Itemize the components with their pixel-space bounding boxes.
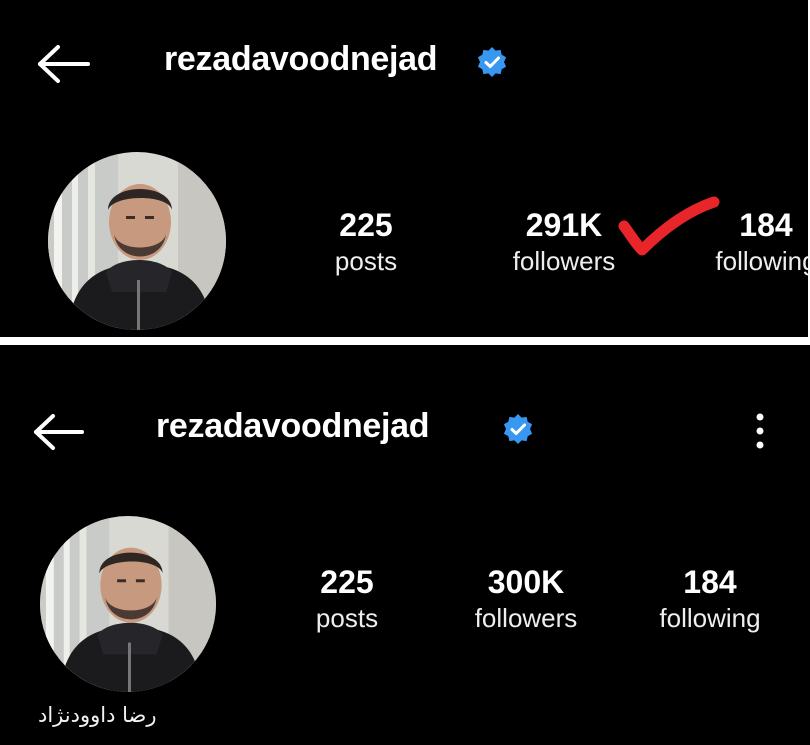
profile-username[interactable]: rezadavoodnejad xyxy=(156,407,430,446)
stat-followers[interactable]: 300K followers xyxy=(456,563,596,635)
following-label: following xyxy=(659,603,761,633)
profile-avatar[interactable] xyxy=(48,152,226,330)
posts-label: posts xyxy=(315,603,379,633)
red-checkmark-icon xyxy=(612,192,722,267)
back-arrow-icon[interactable] xyxy=(32,413,86,456)
profile-username[interactable]: rezadavoodnejad xyxy=(164,40,438,79)
posts-count: 225 xyxy=(320,564,374,600)
back-arrow-icon[interactable] xyxy=(36,44,92,89)
following-count: 184 xyxy=(683,564,737,600)
posts-label: posts xyxy=(334,246,398,276)
stat-posts[interactable]: 225 posts xyxy=(316,206,416,278)
posts-count: 225 xyxy=(339,207,393,243)
profile-header-screenshot-2: rezadavoodnejad 225 posts 300K followers… xyxy=(0,345,810,745)
profile-display-name: رضا داوودنژاد xyxy=(38,703,157,727)
profile-avatar[interactable] xyxy=(40,516,216,692)
followers-count: 300K xyxy=(487,564,565,600)
stat-following[interactable]: 184 following xyxy=(642,563,778,635)
stat-posts[interactable]: 225 posts xyxy=(292,563,402,635)
profile-header-screenshot-1: rezadavoodnejad 225 posts 291K followers… xyxy=(0,0,808,337)
more-vertical-icon[interactable] xyxy=(750,409,770,458)
verified-badge-icon xyxy=(502,413,534,450)
followers-label: followers xyxy=(474,603,578,633)
verified-badge-icon xyxy=(476,46,508,83)
